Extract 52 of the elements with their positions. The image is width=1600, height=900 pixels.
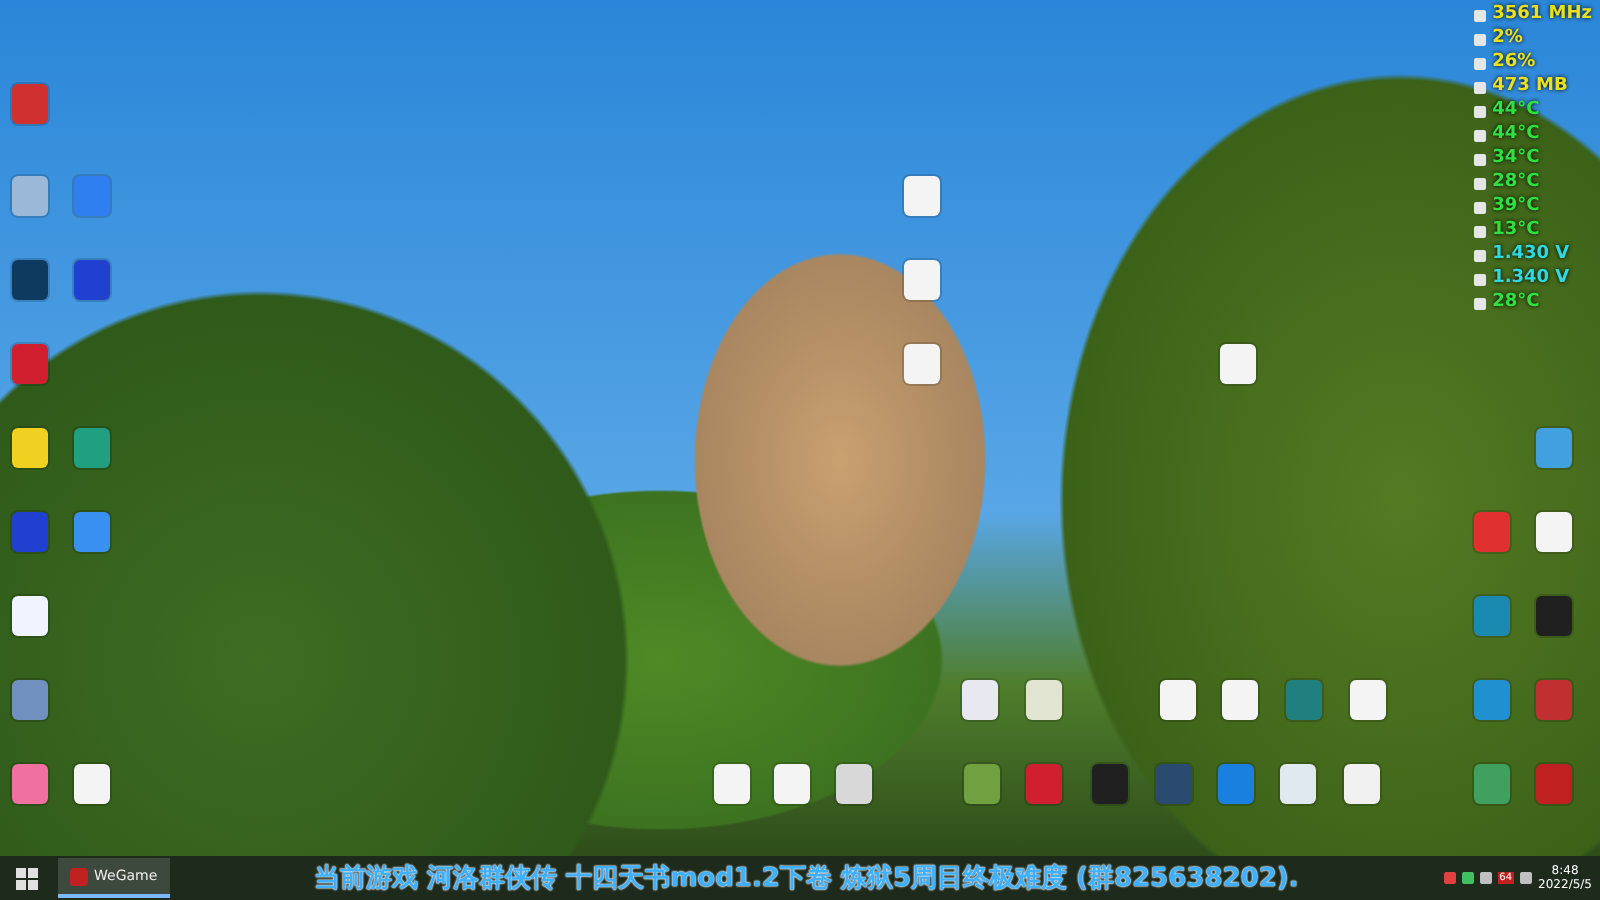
desktop-shortcut-icon[interactable]	[12, 680, 48, 720]
desktop-shortcut-icon[interactable]	[12, 764, 48, 804]
sensor-reading: 1.430 V	[1492, 244, 1570, 266]
sensor-reading: 13°C	[1492, 220, 1540, 242]
desktop-shortcut-icon[interactable]	[74, 260, 110, 300]
desktop-shortcut-icon[interactable]	[836, 764, 872, 804]
desktop-shortcut-icon[interactable]	[1536, 512, 1572, 552]
desktop-shortcut-icon[interactable]	[1536, 596, 1572, 636]
sensor-reading: 28°C	[1492, 292, 1540, 314]
desktop-shortcut-icon[interactable]	[774, 764, 810, 804]
desktop-shortcut-icon[interactable]	[1160, 680, 1196, 720]
desktop-shortcut-icon[interactable]	[1474, 680, 1510, 720]
desktop-shortcut-icon[interactable]	[904, 260, 940, 300]
desktop-shortcut-icon[interactable]	[1474, 596, 1510, 636]
desktop-shortcut-icon[interactable]	[1280, 764, 1316, 804]
desktop-shortcut-icon[interactable]	[12, 176, 48, 216]
desktop-shortcut-icon[interactable]	[714, 764, 750, 804]
sensor-reading: 28°C	[1492, 172, 1540, 194]
desktop-shortcut-icon[interactable]	[1536, 428, 1572, 468]
desktop-shortcut-icon[interactable]	[1026, 680, 1062, 720]
desktop-shortcut-icon[interactable]	[1536, 680, 1572, 720]
tray-icon[interactable]	[1520, 872, 1533, 884]
sensor-reading: 39°C	[1492, 196, 1540, 218]
desktop-shortcut-icon[interactable]	[1218, 764, 1254, 804]
desktop-shortcut-icon[interactable]	[904, 344, 940, 384]
desktop-shortcut-icon[interactable]	[1474, 512, 1510, 552]
desktop-shortcut-icon[interactable]	[1344, 764, 1380, 804]
desktop-shortcut-icon[interactable]	[962, 680, 998, 720]
desktop-shortcut-icon[interactable]	[74, 764, 110, 804]
desktop-shortcut-icon[interactable]	[12, 596, 48, 636]
desktop-shortcut-icon[interactable]	[904, 176, 940, 216]
desktop-shortcut-icon[interactable]	[1220, 344, 1256, 384]
desktop-shortcut-icon[interactable]	[1474, 764, 1510, 804]
sensor-reading: 34°C	[1492, 148, 1540, 170]
desktop-shortcut-icon[interactable]	[12, 428, 48, 468]
stream-banner-text: 当前游戏 河洛群侠传 十四天书mod1.2下卷 炼狱5周目终极难度 (群825638202).	[312, 861, 1301, 896]
desktop-shortcut-icon[interactable]	[1026, 764, 1062, 804]
sensor-reading: 2%	[1492, 28, 1523, 50]
desktop-shortcut-icon[interactable]	[1222, 680, 1258, 720]
sensor-reading: 26%	[1492, 52, 1536, 74]
desktop-shortcut-icon[interactable]	[1286, 680, 1322, 720]
desktop-shortcut-icon[interactable]	[12, 260, 48, 300]
sensor-reading: 473 MB	[1492, 76, 1568, 98]
desktop-shortcut-icon[interactable]	[74, 428, 110, 468]
desktop-shortcut-icon[interactable]	[964, 764, 1000, 804]
sensor-reading: 44°C	[1492, 124, 1540, 146]
desktop-shortcut-icon[interactable]	[1536, 764, 1572, 804]
desktop-shortcut-icon[interactable]	[1092, 764, 1128, 804]
sensor-reading: 3561 MHz	[1492, 4, 1592, 26]
sensor-reading: 1.340 V	[1492, 268, 1570, 290]
desktop-shortcut-icon[interactable]	[74, 512, 110, 552]
desktop-shortcut-icon[interactable]	[1350, 680, 1386, 720]
